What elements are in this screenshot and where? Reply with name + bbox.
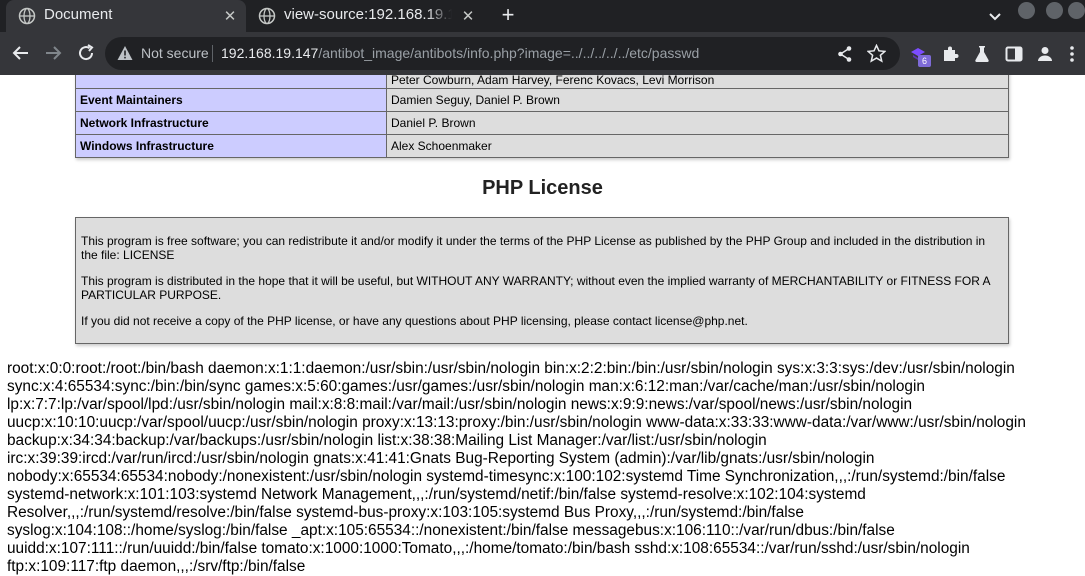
passwd-line: uucp:x:10:10:uucp:/var/spool/uucp:/usr/s… [7,414,1026,431]
credits-table: Peter Cowburn, Adam Harvey, Ferenc Kovac… [75,75,1009,158]
puzzle-extensions-icon[interactable] [940,44,960,64]
passwd-output: root:x:0:0:root:/root:/bin/bash daemon:x… [7,360,1079,576]
passwd-line: root:x:0:0:root:/root:/bin/bash daemon:x… [7,360,1015,377]
close-window-button[interactable] [1068,2,1085,19]
url-path: /antibot_image/antibots/info.php?image=.… [318,45,700,61]
passwd-line: Resolver,,,:/run/systemd/resolve:/bin/fa… [7,504,804,521]
passwd-line: lp:x:7:7:lp:/var/spool/lpd:/usr/sbin/nol… [7,396,913,413]
license-paragraph: If you did not receive a copy of the PHP… [81,314,748,328]
passwd-line: ftp:x:109:117:ftp daemon,,,:/srv/ftp:/bi… [7,558,306,575]
new-tab-button[interactable]: + [497,4,519,27]
tab-view-source[interactable]: view-source:192.168.19.14 ✕ [246,0,484,32]
profile-icon[interactable] [1035,44,1055,64]
close-icon[interactable]: ✕ [460,8,476,25]
passwd-line: uuidd:x:107:111::/run/uuidd:/bin/false t… [7,540,970,557]
license-paragraph: This program is distributed in the hope … [81,274,990,302]
passwd-line: nobody:x:65534:65534:nobody:/nonexistent… [7,468,1006,485]
row-label: Network Infrastructure [75,111,387,135]
extension-badge: 6 [918,55,931,67]
passwd-line: sync:x:4:65534:sync:/bin:/bin/sync games… [7,378,925,395]
page-viewport[interactable]: Peter Cowburn, Adam Harvey, Ferenc Kovac… [0,75,1085,576]
passwd-line: syslog:x:104:108::/home/syslog:/bin/fals… [7,522,895,539]
browser-toolbar: Not secure 192.168.19.147/antibot_image/… [0,32,1085,75]
globe-icon [258,7,276,25]
share-icon[interactable] [836,45,854,63]
row-value: Peter Cowburn, Adam Harvey, Ferenc Kovac… [386,75,1009,89]
license-paragraph: This program is free software; you can r… [81,234,986,262]
license-heading: PHP License [482,177,603,199]
table-row: Network Infrastructure Daniel P. Brown [75,111,1009,135]
table-row: Event Maintainers Damien Seguy, Daniel P… [75,88,1009,112]
close-icon[interactable]: ✕ [222,8,238,25]
table-row: Windows Infrastructure Alex Schoenmaker [75,134,1009,158]
bookmark-star-icon[interactable] [867,44,886,63]
divider [212,45,213,62]
row-label [75,75,387,89]
row-value: Daniel P. Brown [386,111,1009,135]
table-row: Peter Cowburn, Adam Harvey, Ferenc Kovac… [75,75,1009,89]
warning-icon[interactable] [117,45,133,61]
reload-icon[interactable] [76,43,96,63]
chevron-down-icon[interactable] [986,8,1004,26]
tab-title: Document [44,6,113,23]
flask-icon[interactable] [972,44,992,64]
url-host: 192.168.19.147 [221,45,319,61]
tab-title: view-source:192.168.19.14 [284,6,452,23]
forward-arrow-icon[interactable] [43,43,63,63]
side-panel-icon[interactable] [1004,44,1024,64]
row-label: Event Maintainers [75,88,387,112]
tab-strip: Document ✕ view-source:192.168.19.14 ✕ + [0,0,1085,32]
maximize-button[interactable] [1046,2,1063,19]
back-arrow-icon[interactable] [11,43,31,63]
passwd-line: backup:x:34:34:backup:/var/backups:/usr/… [7,432,767,449]
row-value: Alex Schoenmaker [386,134,1009,158]
tab-document[interactable]: Document ✕ [6,0,246,32]
minimize-button[interactable] [1018,2,1035,19]
row-label: Windows Infrastructure [75,134,387,158]
address-bar[interactable]: Not secure 192.168.19.147/antibot_image/… [105,37,900,70]
url-text[interactable]: 192.168.19.147/antibot_image/antibots/in… [221,45,699,61]
more-menu-icon[interactable] [1062,44,1082,64]
security-label[interactable]: Not secure [141,45,209,61]
passwd-line: systemd-network:x:101:103:systemd Networ… [7,486,866,503]
passwd-line: irc:x:39:39:ircd:/var/run/ircd:/usr/sbin… [7,450,875,467]
globe-icon [18,7,36,25]
license-box: This program is free software; you can r… [75,217,1009,344]
row-value: Damien Seguy, Daniel P. Brown [386,88,1009,112]
